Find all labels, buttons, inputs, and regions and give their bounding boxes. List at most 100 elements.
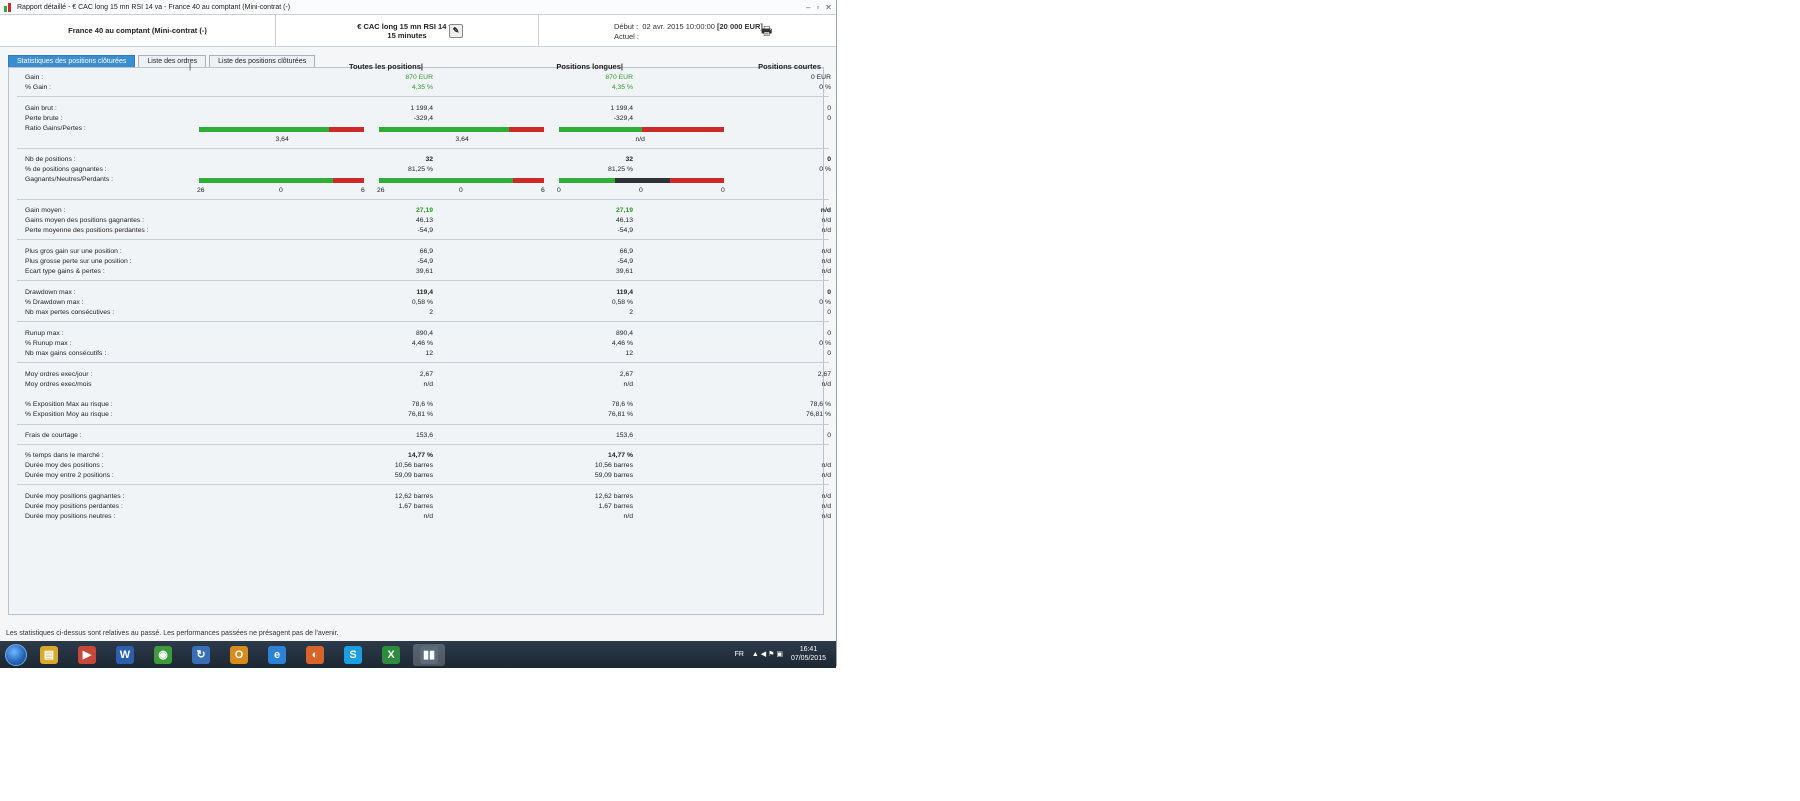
stat-value-short: n/d [821, 472, 831, 479]
stat-value-short: n/d [821, 381, 831, 388]
stat-value-short: 0 % [819, 166, 831, 173]
gnp-bar-winners [379, 178, 514, 183]
gnp-bar-winners [559, 178, 616, 183]
stat-label: Gains moyen des positions gagnantes : [25, 217, 145, 224]
stat-row: % Exposition Max au risque : 78,6 % 78,6 %… [17, 401, 831, 411]
media-glyph-icon: ▶ [78, 645, 96, 664]
stat-value-long: 14,77 % [608, 452, 633, 459]
stat-label: % Exposition Max au risque : [25, 401, 113, 408]
tab-closed-positions-list[interactable]: Liste des positions clôturées [209, 55, 316, 67]
stat-label: % Exposition Moy au risque : [25, 411, 113, 418]
tray-icons[interactable]: ▲ ◀ ⚑ ▣ [752, 650, 783, 658]
edit-strategy-icon[interactable]: ✎ [449, 24, 463, 38]
stat-row: Durée moy positions neutres : n/d n/d n/d [17, 513, 831, 523]
stat-label: Runup max : [25, 330, 64, 337]
clock[interactable]: 16:41 07/05/2015 [791, 645, 826, 663]
gnp-bar-neutral [615, 178, 670, 183]
stat-value-all: 76,81 % [408, 411, 433, 418]
gnp-bar-losers [333, 178, 364, 183]
start-button[interactable] [5, 643, 27, 666]
ratio-value-long: 3,64 [455, 136, 469, 143]
stat-label: Gain moyen : [25, 207, 66, 214]
language-indicator[interactable]: FR [735, 651, 744, 658]
S-glyph-icon: S [344, 645, 362, 664]
stat-row: Perte brute : -329,4 -329,4 0 [17, 115, 831, 125]
stat-row: % Exposition Moy au risque : 76,81 % 76,81… [17, 411, 831, 421]
stat-value-all: -54,9 [417, 258, 434, 265]
column-header-short: Positions courtes [758, 62, 821, 71]
stat-value-long: 12,62 barres [594, 493, 633, 500]
stat-label: Perte moyenne des positions perdantes : [25, 227, 149, 234]
report-header: France 40 au comptant (Mini-contrat (-) … [0, 15, 836, 47]
stat-row: Plus grosse perte sur une position : -54,… [17, 258, 831, 268]
stat-label: Nb max gains consécutifs : [25, 350, 107, 357]
strategy-name: € CAC long 15 mn RSI 14 va [357, 21, 457, 31]
stat-value-long: 4,46 % [611, 340, 633, 347]
chrome-glyph-icon: ◉ [154, 645, 172, 664]
section-separator [17, 148, 829, 149]
stat-value-short: 0 [827, 156, 831, 163]
stat-value-short: 2,67 [817, 371, 831, 378]
stat-row: % temps dans le marché : 14,77 % 14,77 % [17, 452, 827, 462]
column-divider-marker: | [189, 62, 192, 71]
stat-value-long: 81,25 % [608, 166, 633, 173]
stat-value-long: 870 EUR [605, 74, 633, 81]
window-title: Rapport détaillé - € CAC long 15 mn RSI … [17, 3, 291, 11]
windows-taskbar: ▤ ▶ W ◉ ↻ Oe ◐ S X ▮▮ FR ▲ ◀ ⚑ ▣ 16:41 07/05/2015 [0, 641, 836, 668]
stat-label: Perte brute : [25, 115, 63, 122]
stat-value-short: n/d [821, 248, 831, 255]
stat-value-long: 27,19 [615, 207, 633, 214]
stat-value-long: 39,61 [615, 268, 633, 275]
stat-value-short: 0 [827, 350, 831, 357]
column-header-all: Toutes les positions| [348, 62, 423, 71]
stat-row: Durée moy positions gagnantes : 12,62 bar… [17, 493, 831, 503]
taskbar-chrome-icon[interactable]: ◉ [147, 644, 179, 666]
stat-label: Ratio Gains/Pertes : [25, 125, 86, 132]
taskbar-S-icon[interactable]: S [337, 644, 369, 666]
taskbar-outlook-icon[interactable]: O [223, 644, 255, 666]
stat-label: Ecart type gains & pertes : [25, 268, 105, 275]
stat-value-all: 12,62 barres [394, 493, 433, 500]
tab-closed-positions-stats[interactable]: Statistiques des positions clôturées [8, 55, 136, 67]
stat-value-all: 27,19 [415, 207, 433, 214]
taskbar-firefox-icon[interactable]: ◐ [299, 644, 331, 666]
section-separator [17, 362, 829, 363]
stat-value-long: -329,4 [613, 115, 633, 122]
close-button[interactable]: ✕ [825, 3, 832, 12]
minimize-button[interactable]: – [806, 3, 810, 12]
debut-label: Début : [614, 22, 639, 31]
taskbar-X-icon[interactable]: X [375, 644, 407, 666]
ratio-bar-short [559, 127, 724, 132]
gnp-count-long: 0 [459, 187, 463, 194]
stat-label: Durée moy positions neutres : [25, 513, 116, 520]
stat-value-all: -329,4 [413, 115, 433, 122]
ratio-value-short: n/d [635, 136, 645, 143]
stat-label: % Gain : [25, 84, 52, 91]
stat-label: Durée moy entre 2 positions : [25, 472, 114, 479]
stat-value-long: 78,6 % [611, 401, 633, 408]
gnp-bar-winners [199, 178, 334, 183]
stat-row: Plus gros gain sur une position : 66,9 66,… [17, 248, 831, 258]
instrument-name: France 40 au comptant (Mini-contrat (-) [0, 15, 276, 46]
stat-row: Nb max pertes consécutives : 2 2 0 [17, 309, 831, 319]
stat-value-all: 870 EUR [405, 74, 433, 81]
taskbar-e-icon[interactable]: e [261, 644, 293, 666]
tab-orders-list[interactable]: Liste des ordres [138, 55, 207, 67]
taskbar-refresh-icon[interactable]: ↻ [185, 644, 217, 666]
maximize-button[interactable]: ▫ [816, 3, 819, 12]
taskbar-explorer-icon[interactable]: ▤ [33, 644, 65, 666]
stat-label: Gain brut : [25, 105, 57, 112]
print-icon[interactable]: 🖶 [761, 22, 772, 43]
stat-value-all: 12 [425, 350, 433, 357]
strategy-cell: € CAC long 15 mn RSI 14 va 15 minutes ✎ [276, 15, 539, 46]
stat-value-long: 46,13 [615, 217, 633, 224]
gnp-count-all: 26 [197, 187, 205, 194]
stat-value-all: 2,67 [419, 371, 433, 378]
taskbar-W-icon[interactable]: W [109, 644, 141, 666]
clock-time: 16:41 [799, 646, 818, 653]
stat-row: Gains moyen des positions gagnantes : 46,… [17, 217, 831, 227]
stat-row: Runup max : 890,4 890,4 0 [17, 330, 831, 340]
taskbar-trading-icon[interactable]: ▮▮ [413, 643, 445, 666]
taskbar-media-icon[interactable]: ▶ [71, 644, 103, 666]
stat-row: Ecart type gains & pertes : 39,61 39,61 n/d [17, 268, 831, 278]
